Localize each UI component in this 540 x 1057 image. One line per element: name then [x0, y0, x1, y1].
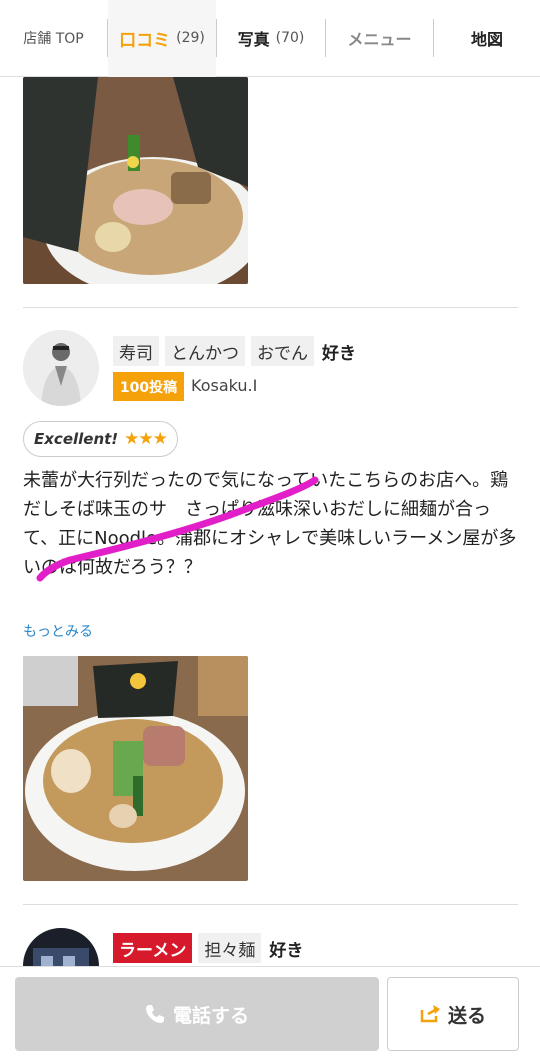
tab-photos[interactable]: 写真 (70) [217, 0, 325, 77]
ramen-photo-image [23, 656, 248, 881]
review-photo[interactable] [23, 656, 248, 881]
likes-label: 好き [269, 940, 304, 961]
review-text: 未蕾が大行列だったので気になっていたこちらのお店へ。鶏だしそば味玉のサ さっぱり… [23, 470, 517, 578]
tab-map[interactable]: 地図 [434, 0, 540, 77]
genre-tag[interactable]: 担々麺 [198, 933, 262, 963]
rating-badge: Excellent! ★★★ [23, 421, 178, 457]
tab-photos-count: (70) [275, 30, 305, 46]
send-button[interactable]: 送る [387, 977, 519, 1051]
review-divider [23, 307, 518, 308]
read-more-link[interactable]: もっとみる [23, 621, 93, 641]
posts-badge: 100投稿 [113, 372, 184, 401]
tab-store-top-label: 店舗 TOP [23, 31, 84, 47]
tab-photos-label: 写真 [237, 30, 270, 49]
tab-reviews-count: (29) [176, 30, 205, 46]
tab-store-top[interactable]: 店舗 TOP [0, 0, 107, 77]
genre-tag[interactable]: ラーメン [113, 933, 193, 963]
call-button[interactable]: 電話する [15, 977, 379, 1051]
genre-tag[interactable]: おでん [251, 336, 314, 366]
review-photo[interactable] [23, 77, 248, 284]
review-divider [23, 904, 518, 905]
tab-reviews[interactable]: 口コミ (29) [108, 0, 216, 77]
likes-label: 好き [322, 343, 356, 364]
favorite-genres: 寿司 とんかつ おでん 好き [113, 336, 356, 366]
username[interactable]: Kosaku.I [191, 376, 257, 395]
favorite-genres: ラーメン 担々麺 好き [113, 933, 303, 963]
tab-reviews-label: 口コミ [119, 30, 171, 51]
ramen-photo-image [23, 77, 248, 284]
rating-label: Excellent! [34, 430, 119, 448]
tab-menu[interactable]: メニュー [326, 0, 433, 77]
phone-icon [145, 1005, 164, 1023]
top-nav: 店舗 TOP 口コミ (29) 写真 (70) メニュー 地図 [0, 0, 540, 77]
tab-map-label: 地図 [470, 30, 503, 49]
send-button-label: 送る [447, 1004, 486, 1027]
genre-tag[interactable]: とんかつ [165, 336, 245, 366]
share-icon [420, 1005, 440, 1023]
bottom-action-bar: 電話する 送る [0, 966, 540, 1057]
tab-menu-label: メニュー [347, 30, 412, 49]
call-button-label: 電話する [172, 1004, 249, 1027]
avatar[interactable] [23, 330, 99, 406]
user-avatar-image [23, 330, 99, 406]
genre-tag[interactable]: 寿司 [113, 336, 159, 366]
star-icons: ★★★ [124, 429, 168, 449]
